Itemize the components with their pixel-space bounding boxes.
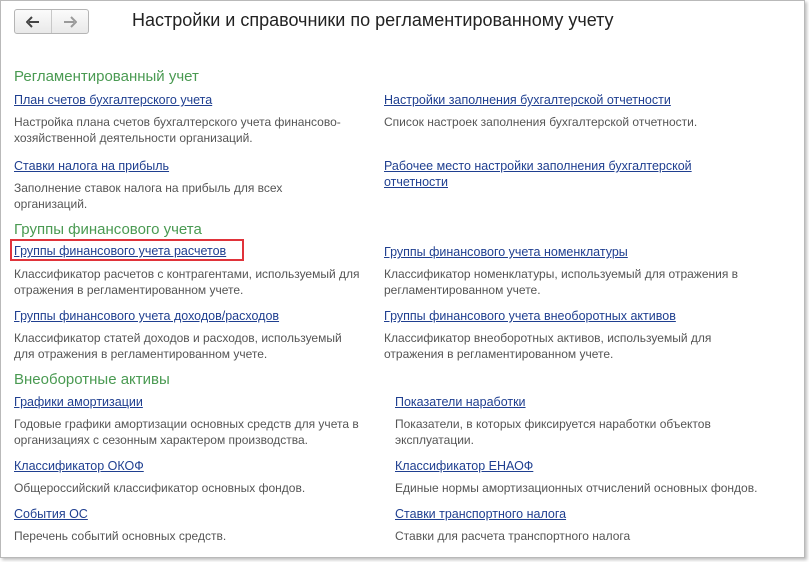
window-frame: Настройки и справочники по регламентиров… <box>0 0 805 558</box>
link-transport-tax-rates[interactable]: Ставки транспортного налога <box>395 506 566 522</box>
link-enaof-classifier[interactable]: Классификатор ЕНАОФ <box>395 458 533 474</box>
desc-nomenclature-groups: Классификатор номенклатуры, используемый… <box>384 267 739 297</box>
section-title-financial-groups: Группы финансового учета <box>14 221 202 238</box>
desc-income-expense-groups: Классификатор статей доходов и расходов,… <box>14 331 342 361</box>
link-income-expense-groups[interactable]: Группы финансового учета доходов/расходо… <box>14 308 279 324</box>
link-reporting-fill-settings[interactable]: Настройки заполнения бухгалтерской отчет… <box>384 92 671 108</box>
desc-enaof-classifier: Единые нормы амортизационных отчислений … <box>395 481 758 495</box>
arrow-left-icon <box>26 15 39 28</box>
forward-button[interactable] <box>51 10 88 33</box>
desc-reporting-fill-settings: Список настроек заполнения бухгалтерской… <box>384 115 698 129</box>
link-fixed-asset-events[interactable]: События ОС <box>14 506 88 522</box>
desc-operating-indicators: Показатели, в которых фиксируется нарабо… <box>395 417 711 447</box>
desc-profit-tax-rates: Заполнение ставок налога на прибыль для … <box>14 181 283 211</box>
desc-settlement-groups: Классификатор расчетов с контрагентами, … <box>14 267 360 297</box>
desc-depreciation-schedules: Годовые графики амортизации основных сре… <box>14 417 359 447</box>
link-noncurrent-asset-groups[interactable]: Группы финансового учета внеоборотных ак… <box>384 308 676 324</box>
section-title-regulated-accounting: Регламентированный учет <box>14 68 199 85</box>
link-chart-of-accounts[interactable]: План счетов бухгалтерского учета <box>14 92 212 108</box>
desc-okof-classifier: Общероссийский классификатор основных фо… <box>14 481 306 495</box>
link-reporting-workplace[interactable]: Рабочее место настройки заполнения бухга… <box>384 158 724 190</box>
link-operating-indicators[interactable]: Показатели наработки <box>395 394 526 410</box>
link-okof-classifier[interactable]: Классификатор ОКОФ <box>14 458 144 474</box>
desc-chart-of-accounts: Настройка плана счетов бухгалтерского уч… <box>14 115 341 145</box>
link-profit-tax-rates[interactable]: Ставки налога на прибыль <box>14 158 169 174</box>
link-settlement-groups[interactable]: Группы финансового учета расчетов <box>14 243 226 259</box>
arrow-right-icon <box>64 15 77 28</box>
desc-transport-tax-rates: Ставки для расчета транспортного налога <box>395 529 631 543</box>
link-depreciation-schedules[interactable]: Графики амортизации <box>14 394 143 410</box>
navigation-buttons <box>14 9 89 34</box>
page-title: Настройки и справочники по регламентиров… <box>132 10 614 30</box>
desc-noncurrent-asset-groups: Классификатор внеоборотных активов, испо… <box>384 331 712 361</box>
link-nomenclature-groups[interactable]: Группы финансового учета номенклатуры <box>384 244 628 260</box>
back-button[interactable] <box>15 10 51 33</box>
desc-fixed-asset-events: Перечень событий основных средств. <box>14 529 227 543</box>
section-title-noncurrent-assets: Внеоборотные активы <box>14 371 170 388</box>
